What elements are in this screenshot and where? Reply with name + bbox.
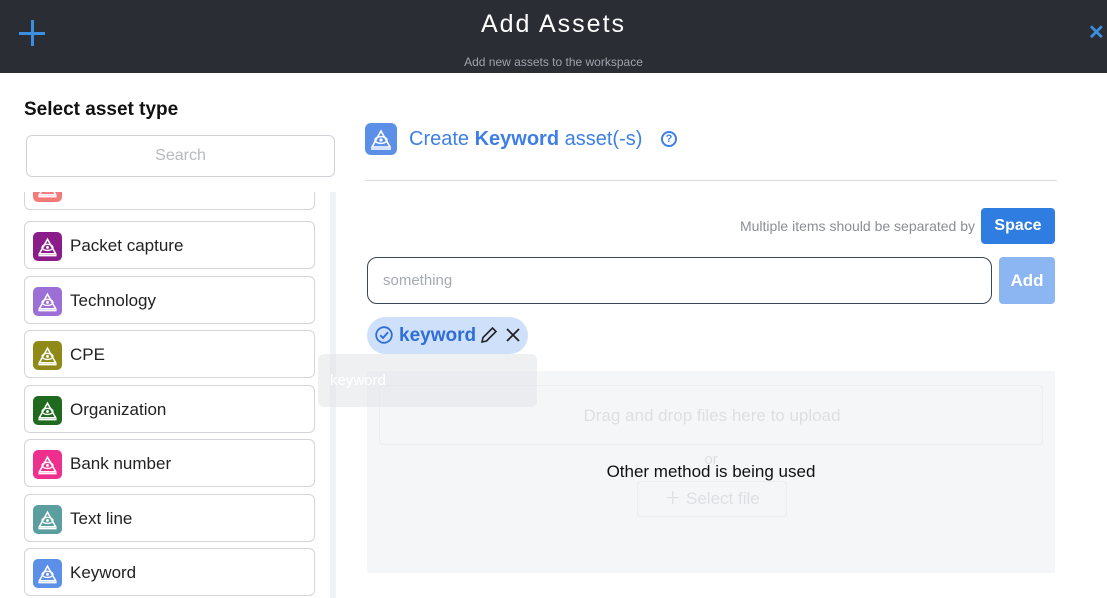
asset-type-label: Organization bbox=[70, 400, 167, 419]
asset-type-title: Select asset type bbox=[24, 99, 179, 120]
modal-title: Add Assets bbox=[480, 10, 627, 38]
eye-pyramid-icon bbox=[33, 232, 62, 261]
asset-type-item[interactable]: Packet capture bbox=[24, 221, 315, 269]
asset-type-label: Keyword bbox=[70, 563, 137, 582]
keyword-input[interactable] bbox=[367, 257, 992, 304]
asset-type-label: Text line bbox=[70, 509, 133, 528]
asset-type-item[interactable]: Bank number bbox=[24, 439, 315, 487]
divider bbox=[365, 180, 1057, 181]
drag-ghost: keyword bbox=[318, 354, 537, 407]
asset-type-item[interactable]: Technology bbox=[24, 276, 315, 324]
asset-type-item[interactable]: Organization bbox=[24, 385, 315, 433]
create-heading-text: Create Keyword asset(-s) bbox=[409, 128, 643, 150]
method-in-use-message: Other method is being used bbox=[606, 462, 816, 481]
drop-text: Drag and drop files here to upload bbox=[583, 406, 841, 425]
asset-type-label: Technology bbox=[70, 291, 157, 310]
asset-type-item[interactable]: Keyword bbox=[24, 548, 315, 596]
modal-subtitle: Add new assets to the workspace bbox=[464, 55, 643, 69]
keyword-asset-icon bbox=[365, 123, 397, 155]
drag-ghost-label: keyword bbox=[330, 372, 386, 389]
asset-type-item[interactable]: Text line bbox=[24, 494, 315, 542]
asset-type-name: Keyword bbox=[474, 128, 560, 150]
separator-hint: Multiple items should be separated by bbox=[739, 218, 975, 234]
asset-type-label: Packet capture bbox=[70, 236, 184, 255]
check-circle-icon bbox=[375, 326, 393, 344]
modal-header: Add Assets Add new assets to the workspa… bbox=[0, 0, 1107, 73]
keyword-chip[interactable]: keyword bbox=[367, 317, 528, 354]
select-file-button[interactable]: ＋ Select file bbox=[637, 481, 787, 517]
close-icon[interactable]: ✕ bbox=[1088, 23, 1105, 43]
search-input[interactable] bbox=[26, 135, 335, 177]
asset-type-item[interactable]: CPE bbox=[24, 330, 315, 378]
eye-pyramid-icon bbox=[33, 450, 62, 479]
add-button[interactable]: Add bbox=[999, 257, 1055, 304]
asset-type-item[interactable]: Username bbox=[24, 192, 315, 210]
asset-type-label: Bank number bbox=[70, 454, 172, 473]
eye-pyramid-icon bbox=[33, 192, 62, 202]
eye-pyramid-icon bbox=[33, 341, 62, 370]
asset-type-list[interactable]: Username Packet capture Technology CPE Organ… bbox=[24, 192, 316, 598]
eye-pyramid-icon bbox=[33, 505, 62, 534]
pencil-icon[interactable] bbox=[479, 325, 499, 345]
eye-pyramid-icon bbox=[33, 287, 62, 316]
asset-type-label: CPE bbox=[70, 345, 105, 364]
remove-icon[interactable] bbox=[503, 325, 523, 345]
help-icon[interactable]: ? bbox=[661, 131, 677, 147]
asset-type-label: Username bbox=[70, 192, 148, 197]
chip-label: keyword bbox=[399, 325, 477, 346]
eye-pyramid-icon bbox=[33, 396, 62, 425]
eye-pyramid-icon bbox=[33, 559, 62, 588]
separator-space-button[interactable]: Space bbox=[981, 208, 1055, 244]
